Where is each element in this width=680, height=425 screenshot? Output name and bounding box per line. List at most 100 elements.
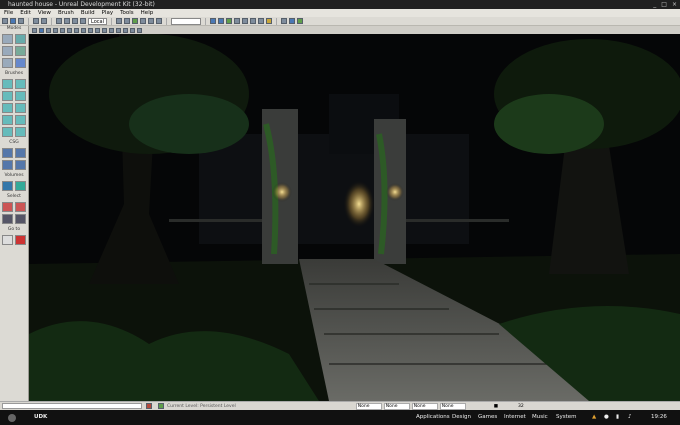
spiral-stair-icon[interactable] <box>15 103 26 113</box>
lit-mode-icon[interactable] <box>39 27 44 33</box>
cylinder-brush-icon[interactable] <box>2 91 13 101</box>
minimize-button[interactable]: _ <box>653 0 656 9</box>
invert-selection-icon[interactable] <box>2 214 13 224</box>
linear-stair-icon[interactable] <box>15 91 26 101</box>
network-icon[interactable]: ▲ <box>592 414 596 420</box>
menu-play[interactable]: Play <box>102 9 113 17</box>
cube-brush-icon[interactable] <box>2 79 13 89</box>
search-icon[interactable] <box>115 18 122 24</box>
show-flags-icon[interactable] <box>95 27 100 33</box>
volumetric-brush-icon[interactable] <box>15 115 26 125</box>
geometry-mode-icon[interactable] <box>15 34 26 44</box>
lighting-only-icon[interactable] <box>60 27 65 33</box>
texture-alignment-icon[interactable] <box>15 46 26 56</box>
new-icon[interactable] <box>2 18 8 24</box>
move-icon[interactable] <box>56 18 62 24</box>
scale-icon[interactable] <box>72 18 78 24</box>
wireframe-icon[interactable] <box>46 27 51 33</box>
build-cover-icon[interactable] <box>257 18 264 24</box>
viewport-type-icon[interactable] <box>32 27 37 33</box>
sheet-brush-icon[interactable] <box>2 115 13 125</box>
redo-icon[interactable] <box>41 18 47 24</box>
light-complexity-icon[interactable] <box>67 27 72 33</box>
lightmass-icon[interactable] <box>265 18 272 24</box>
menu-file[interactable]: File <box>4 9 13 17</box>
postprocess-icon[interactable] <box>123 27 128 33</box>
taskbar-design[interactable]: Design <box>452 414 471 420</box>
play-in-editor-icon[interactable] <box>288 18 295 24</box>
view-select[interactable] <box>170 17 201 25</box>
sphere-brush-icon[interactable] <box>15 127 26 137</box>
hide-selected-icon[interactable] <box>15 202 26 212</box>
command-input[interactable] <box>2 403 142 409</box>
taskbar-applications[interactable]: Applications <box>416 414 450 420</box>
undo-icon[interactable] <box>33 18 39 24</box>
maximize-viewport-icon[interactable] <box>137 27 142 33</box>
camera-speed-icon[interactable] <box>130 27 135 33</box>
texture-density-icon[interactable] <box>74 27 79 33</box>
realtime-icon[interactable] <box>209 18 216 24</box>
csg-deintersect-icon[interactable] <box>15 160 26 170</box>
console-icon[interactable] <box>280 18 287 24</box>
terrain-mode-icon[interactable] <box>2 46 13 56</box>
csg-intersect-icon[interactable] <box>2 160 13 170</box>
current-level-label: Current Level: Persistent Level <box>167 403 236 409</box>
show-selected-icon[interactable] <box>2 202 13 212</box>
realtime-preview-icon[interactable] <box>109 27 114 33</box>
lightmap-density-icon[interactable] <box>81 27 86 33</box>
show-all-icon[interactable] <box>15 214 26 224</box>
rotate-icon[interactable] <box>64 18 70 24</box>
command-icon[interactable] <box>146 403 152 409</box>
grid-toggle-icon[interactable]: ■ <box>494 404 498 409</box>
menu-brush[interactable]: Brush <box>58 9 74 17</box>
content-browser-icon[interactable] <box>123 18 130 24</box>
taskbar-music[interactable]: Music <box>532 414 548 420</box>
system-logo-icon[interactable] <box>8 414 16 422</box>
menu-edit[interactable]: Edit <box>20 9 31 17</box>
unlit-icon[interactable] <box>53 27 58 33</box>
game-view-icon[interactable] <box>102 27 107 33</box>
build-all-icon[interactable] <box>225 18 232 24</box>
tetrahedron-brush-icon[interactable] <box>2 127 13 137</box>
level-viewport[interactable] <box>29 34 680 401</box>
battery-icon[interactable]: ▮ <box>616 414 619 420</box>
volume-select-icon[interactable] <box>15 181 26 191</box>
go-to-builder-brush-icon[interactable] <box>2 235 13 245</box>
cone-brush-icon[interactable] <box>15 79 26 89</box>
udk-app-icon[interactable]: UDK <box>34 414 47 420</box>
camera-mode-icon[interactable] <box>2 34 13 44</box>
menu-build[interactable]: Build <box>81 9 95 17</box>
taskbar-system[interactable]: System <box>556 414 577 420</box>
play-on-pc-icon[interactable] <box>296 18 303 24</box>
menu-help[interactable]: Help <box>141 9 154 17</box>
csg-subtract-icon[interactable] <box>15 148 26 158</box>
open-icon[interactable] <box>10 18 16 24</box>
close-button[interactable]: × <box>672 0 677 9</box>
csg-add-icon[interactable] <box>2 148 13 158</box>
kismet-icon[interactable] <box>131 18 138 24</box>
lighting-icon[interactable] <box>217 18 224 24</box>
update-icon[interactable]: ● <box>604 414 609 420</box>
mesh-paint-icon[interactable] <box>2 58 13 68</box>
menu-view[interactable]: View <box>38 9 51 17</box>
static-mesh-mode-icon[interactable] <box>15 58 26 68</box>
taskbar-internet[interactable]: Internet <box>504 414 526 420</box>
add-volume-icon[interactable] <box>2 181 13 191</box>
coordinate-system-select[interactable]: Local <box>88 17 107 25</box>
build-lighting-icon[interactable] <box>241 18 248 24</box>
matinee-icon[interactable] <box>139 18 146 24</box>
maximize-button[interactable]: □ <box>661 0 667 9</box>
streaming-icon[interactable] <box>116 27 121 33</box>
reflections-icon[interactable] <box>88 27 93 33</box>
volume-icon[interactable]: ♪ <box>628 414 632 420</box>
scale-nonuniform-icon[interactable] <box>80 18 86 24</box>
save-icon[interactable] <box>18 18 24 24</box>
build-paths-icon[interactable] <box>249 18 256 24</box>
taskbar-games[interactable]: Games <box>478 414 497 420</box>
properties-icon[interactable] <box>147 18 154 24</box>
build-geometry-icon[interactable] <box>233 18 240 24</box>
menu-tools[interactable]: Tools <box>120 9 134 17</box>
go-to-selected-icon[interactable] <box>15 235 26 245</box>
curved-stair-icon[interactable] <box>2 103 13 113</box>
drag-grid-icon[interactable] <box>155 18 162 24</box>
